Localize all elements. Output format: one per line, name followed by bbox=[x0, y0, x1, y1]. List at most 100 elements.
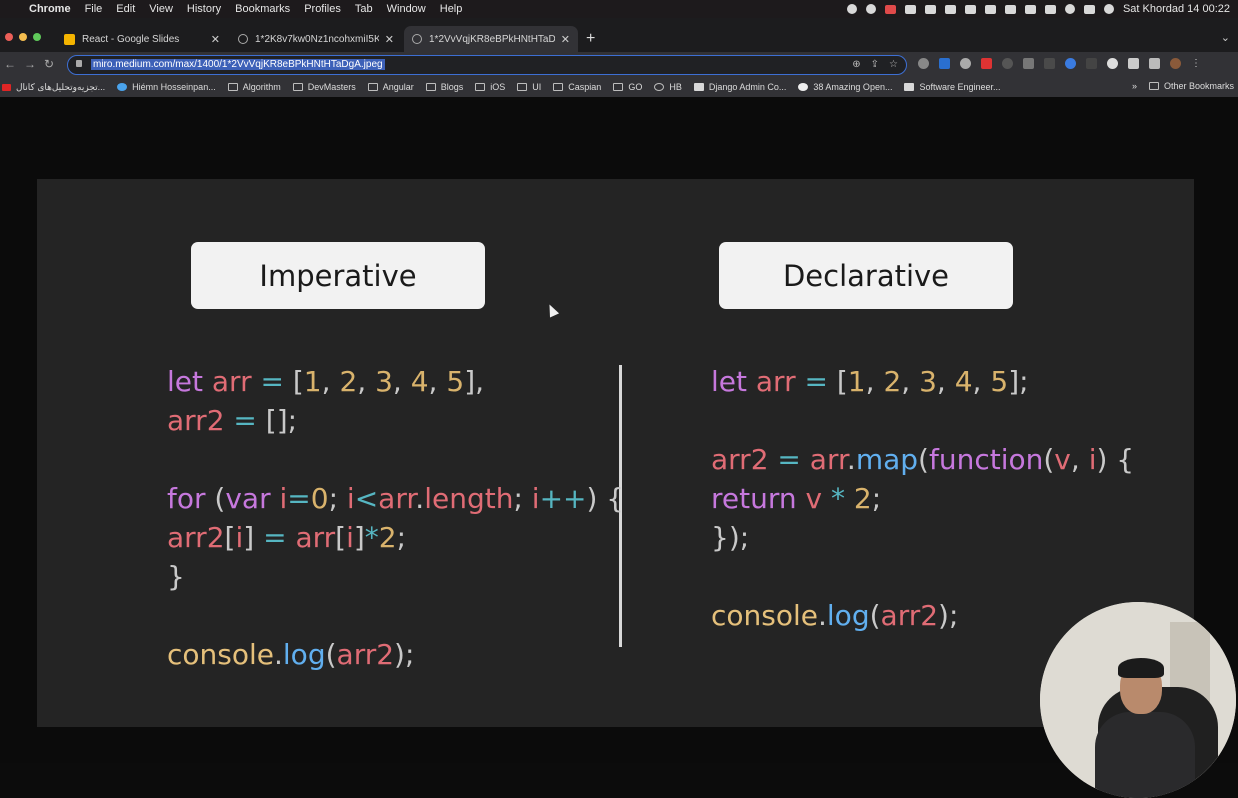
extension-icon[interactable] bbox=[981, 58, 992, 69]
code-token: ], bbox=[464, 365, 485, 398]
bluetooth-icon[interactable] bbox=[924, 4, 936, 14]
bookmark-label: HB bbox=[669, 82, 682, 92]
menu-chrome[interactable]: Chrome bbox=[22, 3, 78, 15]
bookmark-folder[interactable]: GO bbox=[613, 82, 642, 92]
code-token: 1 bbox=[303, 365, 322, 398]
volume-icon[interactable] bbox=[984, 4, 996, 14]
close-window-button[interactable] bbox=[5, 33, 13, 41]
bookmark-label: تجزیه‌وتحلیل‌های کانال... bbox=[16, 81, 106, 92]
back-button[interactable]: ← bbox=[4, 57, 16, 71]
bookmark-folder[interactable]: Caspian bbox=[553, 82, 601, 92]
bookmark-item[interactable]: 38 Amazing Open... bbox=[798, 82, 892, 92]
menu-window[interactable]: Window bbox=[380, 3, 433, 15]
bookmark-folder[interactable]: Blogs bbox=[425, 82, 463, 92]
more-menu-icon[interactable]: ⋮ bbox=[1191, 58, 1202, 69]
folder-icon bbox=[227, 83, 238, 91]
code-token: , bbox=[1070, 443, 1089, 476]
tab-image-2-active[interactable]: 1*2VvVqjKR8eBPkHNtHTaDgA ✕ bbox=[404, 26, 578, 52]
new-tab-button[interactable]: + bbox=[586, 30, 595, 48]
spotlight-icon[interactable] bbox=[1064, 4, 1075, 14]
display-icon[interactable] bbox=[944, 4, 956, 14]
menu-edit[interactable]: Edit bbox=[109, 3, 142, 15]
siri-icon[interactable] bbox=[1103, 4, 1114, 14]
cloud-icon[interactable] bbox=[964, 4, 976, 14]
folder-icon bbox=[553, 83, 564, 91]
forward-button[interactable]: → bbox=[24, 57, 36, 71]
puzzle-extensions-icon[interactable] bbox=[1128, 58, 1139, 69]
bookmark-folder[interactable]: UI bbox=[517, 82, 541, 92]
control-center-icon[interactable] bbox=[1083, 4, 1095, 14]
extension-icon[interactable] bbox=[918, 58, 929, 69]
side-panel-icon[interactable] bbox=[1149, 58, 1160, 69]
code-token: i bbox=[346, 482, 355, 515]
status-user-icon[interactable] bbox=[904, 4, 916, 14]
code-line: arr2[i] = arr[i]*2; bbox=[167, 518, 624, 557]
status-icons: Sat Khordad 14 00:22 bbox=[846, 3, 1238, 15]
bookmark-folder[interactable]: Angular bbox=[367, 82, 414, 92]
menu-profiles[interactable]: Profiles bbox=[297, 3, 348, 15]
code-token: . bbox=[846, 443, 856, 476]
bookmark-item[interactable]: تجزیه‌وتحلیل‌های کانال... bbox=[2, 82, 105, 93]
avatar[interactable] bbox=[1170, 58, 1181, 69]
status-app-icon[interactable] bbox=[846, 4, 857, 14]
code-token: let bbox=[711, 365, 756, 398]
bookmark-item[interactable]: Software Engineer... bbox=[904, 82, 1001, 92]
status-s-icon[interactable] bbox=[884, 4, 896, 14]
url-text-selected[interactable]: miro.medium.com/max/1400/1*2VvVqjKR8eBPk… bbox=[91, 59, 385, 70]
extension-icon[interactable] bbox=[960, 58, 971, 69]
bookmark-label: UI bbox=[532, 82, 542, 92]
code-token: arr2 bbox=[711, 443, 778, 476]
extension-icon[interactable] bbox=[1002, 58, 1013, 69]
menu-history[interactable]: History bbox=[180, 3, 228, 15]
address-bar[interactable]: miro.medium.com/max/1400/1*2VvVqjKR8eBPk… bbox=[67, 55, 907, 75]
battery-icon[interactable] bbox=[1024, 4, 1036, 14]
wifi-icon[interactable] bbox=[1044, 4, 1056, 14]
bookmark-star-icon[interactable]: ☆ bbox=[889, 59, 898, 70]
bookmark-label: Django Admin Co... bbox=[708, 82, 787, 92]
tab-strip: React - Google Slides ✕ 1*2K8v7kw0Nz1nco… bbox=[0, 18, 1238, 52]
menu-tab[interactable]: Tab bbox=[348, 3, 380, 15]
status-record-icon[interactable] bbox=[865, 4, 876, 14]
twitter-icon bbox=[117, 83, 128, 91]
close-tab-icon[interactable]: ✕ bbox=[211, 33, 220, 46]
maximize-window-button[interactable] bbox=[33, 33, 41, 41]
bookmark-item[interactable]: HB bbox=[654, 82, 682, 92]
menu-bookmarks[interactable]: Bookmarks bbox=[228, 3, 297, 15]
menu-help[interactable]: Help bbox=[433, 3, 470, 15]
bookmark-item[interactable]: Hiémn Hosseinpan... bbox=[117, 82, 216, 92]
lock-icon[interactable] bbox=[76, 60, 82, 67]
bookmark-folder[interactable]: Algorithm bbox=[227, 82, 281, 92]
code-token: arr2 bbox=[167, 404, 234, 437]
bookmark-folder[interactable]: iOS bbox=[475, 82, 505, 92]
extension-icon[interactable] bbox=[1044, 58, 1055, 69]
bookmark-folder[interactable]: DevMasters bbox=[292, 82, 356, 92]
extension-icon[interactable] bbox=[1023, 58, 1034, 69]
code-token: arr2 bbox=[167, 521, 225, 554]
menu-view[interactable]: View bbox=[142, 3, 180, 15]
bookmark-item[interactable]: Django Admin Co... bbox=[693, 82, 787, 92]
share-icon[interactable]: ⇪ bbox=[871, 59, 879, 70]
close-tab-icon[interactable]: ✕ bbox=[385, 33, 394, 46]
profile-sync-icon[interactable] bbox=[1107, 58, 1118, 69]
reload-button[interactable]: ↻ bbox=[44, 57, 54, 71]
menu-file[interactable]: File bbox=[78, 3, 110, 15]
input-source-icon[interactable] bbox=[1004, 4, 1016, 14]
code-token: ); bbox=[938, 599, 959, 632]
tab-google-slides[interactable]: React - Google Slides ✕ bbox=[56, 26, 228, 52]
tab-search-chevron-icon[interactable]: ⌄ bbox=[1221, 31, 1230, 44]
tab-image-1[interactable]: 1*2K8v7kw0Nz1ncohxmiI5KA.j ✕ bbox=[230, 26, 402, 52]
code-token: 4 bbox=[954, 365, 973, 398]
extension-icon[interactable] bbox=[1086, 58, 1097, 69]
close-tab-icon[interactable]: ✕ bbox=[561, 33, 570, 46]
other-bookmarks-folder[interactable]: Other Bookmarks bbox=[1148, 81, 1234, 91]
code-line: return v * 2; bbox=[711, 479, 1134, 518]
code-token: log bbox=[282, 638, 326, 671]
code-token: ( bbox=[1043, 443, 1055, 476]
zoom-icon[interactable]: ⊕ bbox=[852, 59, 860, 70]
bookmarks-overflow-button[interactable]: » bbox=[1132, 81, 1137, 91]
menubar-clock[interactable]: Sat Khordad 14 00:22 bbox=[1123, 3, 1230, 15]
minimize-window-button[interactable] bbox=[19, 33, 27, 41]
extension-icon[interactable] bbox=[1065, 58, 1076, 69]
linkedin-extension-icon[interactable] bbox=[939, 58, 950, 69]
